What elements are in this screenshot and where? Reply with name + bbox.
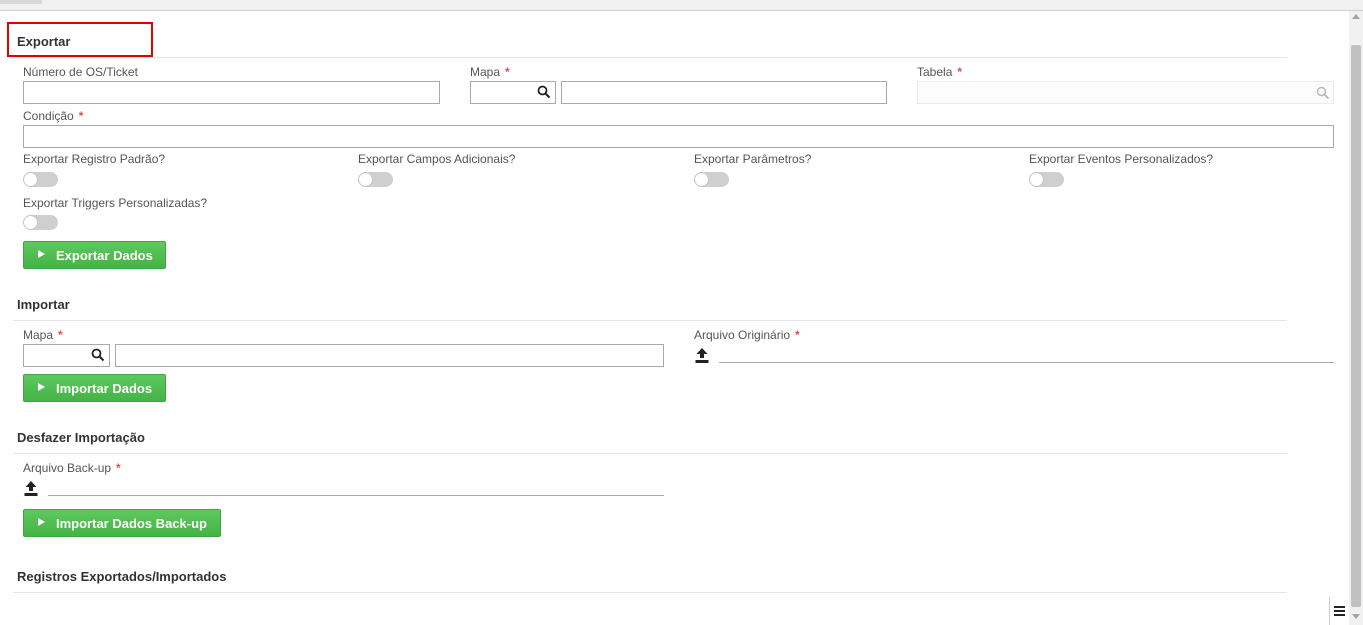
required-asterisk: * [505, 65, 510, 79]
arquivo-originario-file-input[interactable] [719, 362, 1334, 363]
toggle-label-campos-adicionais: Exportar Campos Adicionais? [358, 152, 516, 166]
scroll-up-arrow-icon[interactable] [1352, 14, 1360, 19]
toggle-knob [359, 173, 372, 186]
undo-section-title: Desfazer Importação [17, 430, 145, 445]
export-mapa-label: Mapa * [470, 65, 510, 79]
toggle-campos-adicionais[interactable] [358, 172, 393, 187]
browser-tab-edge [0, 0, 42, 4]
toggle-registro-padrao[interactable] [23, 172, 58, 187]
upload-icon[interactable] [694, 347, 710, 364]
import-mapa-description-input[interactable] [115, 344, 664, 367]
import-section-title: Importar [17, 297, 70, 312]
search-icon[interactable] [91, 348, 105, 362]
import-backup-button[interactable]: Importar Dados Back-up [23, 509, 221, 537]
required-asterisk: * [78, 109, 84, 123]
export-divider [13, 57, 1287, 58]
import-divider [13, 320, 1287, 321]
records-section-title: Registros Exportados/Importados [17, 569, 227, 584]
toggle-eventos-personalizados[interactable] [1029, 172, 1064, 187]
required-asterisk: * [957, 65, 963, 79]
arquivo-backup-label: Arquivo Back-up * [23, 461, 121, 475]
condicao-label: Condição * [23, 109, 84, 123]
play-icon [38, 517, 45, 526]
browser-top-strip [0, 0, 1363, 11]
toggle-label-parametros: Exportar Parâmetros? [694, 152, 812, 166]
export-mapa-code-input[interactable] [470, 81, 556, 104]
records-divider [13, 592, 1287, 593]
tabela-input[interactable] [917, 81, 1334, 104]
os-ticket-input[interactable] [23, 81, 440, 104]
toggle-knob [695, 173, 708, 186]
toggle-triggers-personalizadas[interactable] [23, 215, 58, 230]
tabela-label: Tabela * [917, 65, 963, 79]
import-mapa-code-input[interactable] [23, 344, 110, 367]
vertical-scrollbar[interactable] [1349, 11, 1363, 625]
export-data-button[interactable]: Exportar Dados [23, 241, 166, 269]
upload-icon[interactable] [23, 480, 39, 497]
toggle-parametros[interactable] [694, 172, 729, 187]
search-icon[interactable] [1316, 86, 1330, 100]
condicao-input[interactable] [23, 125, 1334, 148]
undo-divider [13, 453, 1287, 454]
toggle-label-eventos-personalizados: Exportar Eventos Personalizados? [1029, 152, 1214, 166]
export-section-title: Exportar [17, 34, 71, 49]
search-icon[interactable] [537, 85, 551, 99]
arquivo-originario-label: Arquivo Originário * [694, 328, 800, 342]
scrollbar-thumb[interactable] [1351, 45, 1361, 607]
required-asterisk: * [116, 461, 121, 475]
required-asterisk: * [795, 328, 800, 342]
import-mapa-label: Mapa * [23, 328, 63, 342]
toggle-knob [24, 216, 37, 229]
toggle-knob [24, 173, 37, 186]
arquivo-backup-file-input[interactable] [48, 495, 664, 496]
import-data-button[interactable]: Importar Dados [23, 374, 166, 402]
required-asterisk: * [58, 328, 63, 342]
export-mapa-description-input[interactable] [561, 81, 887, 104]
toggle-knob [1030, 173, 1043, 186]
toggle-label-registro-padrao: Exportar Registro Padrão? [23, 152, 166, 166]
play-icon [38, 249, 45, 258]
scroll-down-arrow-icon[interactable] [1352, 614, 1360, 619]
os-ticket-label: Número de OS/Ticket [23, 65, 138, 79]
hamburger-menu-icon[interactable] [1329, 597, 1349, 625]
toggle-label-triggers-personalizadas: Exportar Triggers Personalizadas? [23, 196, 208, 210]
play-icon [38, 382, 45, 391]
